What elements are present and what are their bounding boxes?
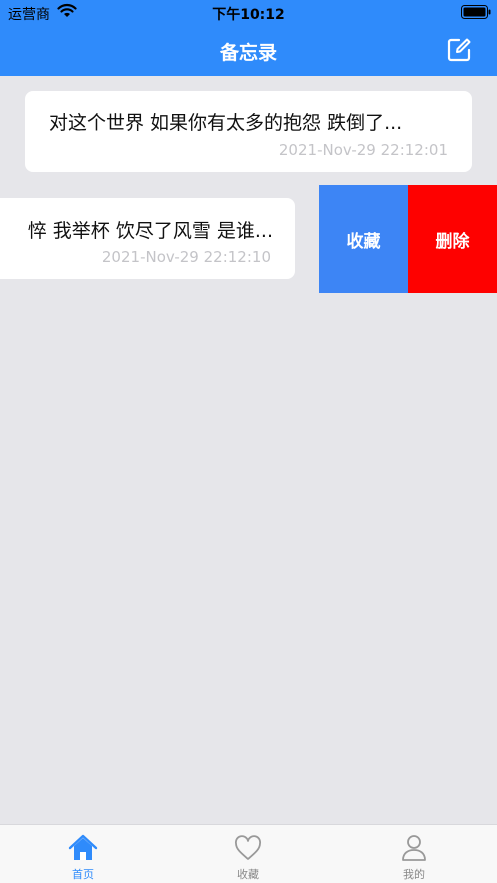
home-icon xyxy=(68,834,98,860)
note-card[interactable]: 悴 我举杯 饮尽了风雪 是谁... 2021-Nov-29 22:12:10 xyxy=(0,198,295,279)
status-bar: 运营商 下午10:12 xyxy=(0,0,497,26)
heart-icon xyxy=(235,835,261,860)
note-card[interactable]: 对这个世界 如果你有太多的抱怨 跌倒了... 2021-Nov-29 22:12… xyxy=(25,91,472,172)
tab-favorites[interactable]: 收藏 xyxy=(198,825,298,883)
note-text: 对这个世界 如果你有太多的抱怨 跌倒了... xyxy=(49,112,403,134)
user-icon xyxy=(402,835,426,861)
favorite-button[interactable]: 收藏 xyxy=(319,185,408,293)
status-time: 下午10:12 xyxy=(212,7,285,23)
tab-label: 我的 xyxy=(403,868,425,881)
nav-header: 运营商 下午10:12 备忘录 xyxy=(0,0,497,76)
tab-label: 首页 xyxy=(72,868,94,881)
tab-bar: 首页 收藏 我的 xyxy=(0,824,497,883)
note-date: 2021-Nov-29 22:12:10 xyxy=(101,248,271,266)
compose-icon[interactable] xyxy=(445,36,473,64)
delete-button[interactable]: 删除 xyxy=(408,185,497,293)
battery-icon xyxy=(461,5,491,19)
tab-mine[interactable]: 我的 xyxy=(364,825,464,883)
tab-home[interactable]: 首页 xyxy=(33,825,133,883)
note-text: 悴 我举杯 饮尽了风雪 是谁... xyxy=(27,220,273,242)
tab-label: 收藏 xyxy=(237,868,259,881)
note-date: 2021-Nov-29 22:12:01 xyxy=(278,141,448,159)
page-title: 备忘录 xyxy=(219,42,277,64)
